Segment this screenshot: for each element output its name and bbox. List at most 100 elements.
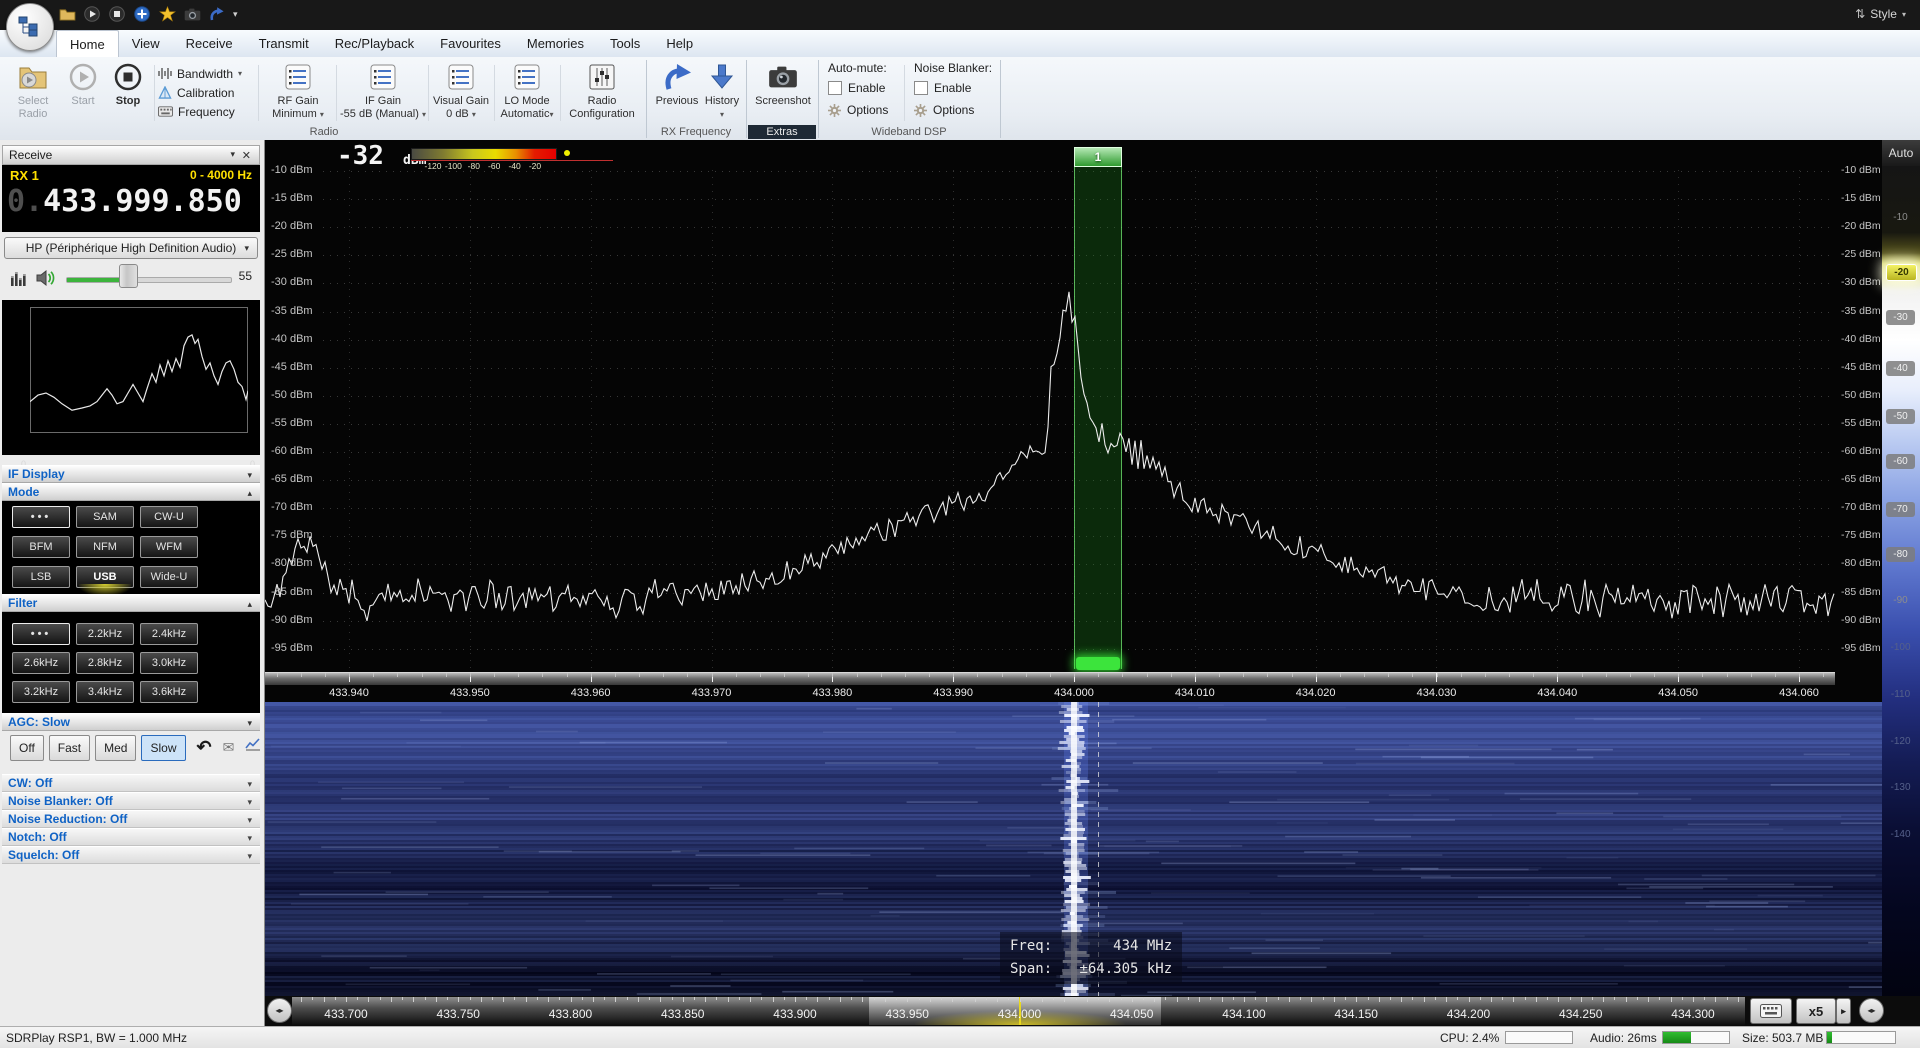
nav-zoom-expand-button[interactable]: ▸ [1836, 998, 1851, 1024]
intensity-gradient[interactable] [1882, 166, 1920, 996]
menu-tab-transmit[interactable]: Transmit [246, 30, 322, 57]
section-mode[interactable]: Mode ▴ [2, 483, 260, 501]
add-icon[interactable] [133, 5, 151, 23]
select-radio-button[interactable]: Select Radio [8, 61, 58, 123]
intensity-scale-strip[interactable]: Auto -10 -20 -30 -40 -50 -60 -70 -80 -90 -100 -110… [1882, 140, 1920, 996]
dsp-row-noise-blanker[interactable]: Noise Blanker: Off ▾ [2, 792, 260, 810]
bandwidth-button[interactable]: Bandwidth ▾ [158, 64, 256, 83]
filter-button-3-2khz[interactable]: 3.2kHz [12, 681, 70, 703]
mode-button-dots[interactable]: ••• [12, 506, 70, 528]
undo-icon[interactable] [208, 5, 226, 23]
menu-tab-tools[interactable]: Tools [597, 30, 653, 57]
agc-button-med[interactable]: Med [95, 735, 137, 761]
filter-button-dots[interactable]: ••• [12, 623, 70, 645]
rx1-marker[interactable]: 1 [1074, 147, 1122, 167]
agc-button-off[interactable]: Off [10, 735, 44, 761]
scale-label-minus-70[interactable]: -70 [1886, 502, 1915, 517]
filter-button-2-4khz[interactable]: 2.4kHz [140, 623, 198, 645]
agc-undo-icon[interactable]: ↶ [197, 737, 212, 757]
noise-blanker-enable-checkbox[interactable]: Enable [914, 81, 994, 95]
chevron-down-icon[interactable]: ▾ [247, 779, 252, 790]
nav-scroll-right-button[interactable]: ◂▸ [1859, 998, 1884, 1023]
filter-button-2-2khz[interactable]: 2.2kHz [76, 623, 134, 645]
filter-button-2-6khz[interactable]: 2.6kHz [12, 652, 70, 674]
dsp-row-cw[interactable]: CW: Off ▾ [2, 774, 260, 792]
frequency-display[interactable]: 0.433.999.850 [2, 184, 260, 219]
scale-label-minus-30[interactable]: -30 [1886, 310, 1915, 325]
favourite-star-icon[interactable] [158, 5, 176, 23]
audio-device-select[interactable]: HP (Périphérique High Definition Audio) … [4, 237, 258, 259]
lo-mode-button[interactable]: LO Mode Automatic▾ [496, 61, 558, 123]
app-menu-button[interactable] [6, 3, 54, 51]
mode-button-usb[interactable]: USB [76, 566, 134, 596]
previous-button[interactable]: Previous [652, 61, 702, 123]
nav-zoom-button[interactable]: x5 [1796, 998, 1836, 1024]
receive-panel-header[interactable]: Receive ▾ ✕ [2, 145, 260, 165]
dsp-row-noise-reduction[interactable]: Noise Reduction: Off ▾ [2, 810, 260, 828]
start-button[interactable]: Start [62, 61, 104, 123]
volume-slider-thumb[interactable] [119, 264, 138, 288]
section-agc[interactable]: AGC: Slow ▾ [2, 713, 260, 731]
chevron-up-icon[interactable]: ▴ [247, 488, 252, 499]
agc-envelope-icon[interactable]: ✉ [223, 737, 235, 757]
menu-tab-home[interactable]: Home [56, 30, 119, 57]
frequency-button[interactable]: Frequency [158, 102, 256, 121]
visual-gain-button[interactable]: Visual Gain 0 dB ▾ [430, 61, 492, 123]
nav-scroll-left-button[interactable]: ◂▸ [267, 998, 292, 1023]
mode-button-wfm[interactable]: WFM [140, 536, 198, 558]
mode-button-wide-u[interactable]: Wide-U [140, 566, 198, 588]
scale-label-minus-20[interactable]: -20 [1886, 264, 1917, 281]
stop-icon[interactable] [108, 5, 126, 23]
open-folder-icon[interactable] [58, 5, 76, 23]
auto-mute-enable-checkbox[interactable]: Enable [828, 81, 900, 95]
auto-scale-button[interactable]: Auto [1882, 140, 1920, 167]
if-gain-button[interactable]: IF Gain -55 dB (Manual) ▾ [340, 61, 426, 123]
dsp-row-notch[interactable]: Notch: Off ▾ [2, 828, 260, 846]
chevron-down-icon[interactable]: ▾ [247, 470, 252, 481]
calibration-button[interactable]: Calibration [158, 83, 256, 102]
style-menu[interactable]: ⇅ Style ▾ [1855, 7, 1906, 21]
play-icon[interactable] [83, 5, 101, 23]
menu-tab-view[interactable]: View [119, 30, 173, 57]
rx1-band-footer[interactable] [1076, 657, 1120, 670]
agc-button-fast[interactable]: Fast [48, 735, 91, 761]
chevron-up-icon[interactable]: ▴ [247, 599, 252, 610]
mode-button-bfm[interactable]: BFM [12, 536, 70, 558]
rf-gain-button[interactable]: RF Gain Minimum ▾ [262, 61, 334, 123]
spectrum-display[interactable]: -10 dBm -15 dBm -20 dBm -25 dBm -30 dBm -35 d… [265, 140, 1882, 702]
mode-button-sam[interactable]: SAM [76, 506, 134, 528]
chevron-down-icon[interactable]: ▾ [247, 815, 252, 826]
qat-customize-icon[interactable]: ▾ [233, 9, 238, 20]
close-icon[interactable]: ✕ [242, 149, 251, 162]
agc-button-slow[interactable]: Slow [141, 735, 186, 761]
chevron-down-icon[interactable]: ▾ [247, 797, 252, 808]
section-if-display[interactable]: IF Display ▾ [2, 465, 260, 483]
chevron-down-icon[interactable]: ▾ [230, 149, 235, 160]
filter-button-2-8khz[interactable]: 2.8kHz [76, 652, 134, 674]
agc-graph-icon[interactable] [245, 737, 261, 755]
menu-tab-rec-playback[interactable]: Rec/Playback [322, 30, 427, 57]
filter-button-3-6khz[interactable]: 3.6kHz [140, 681, 198, 703]
speaker-icon[interactable] [34, 269, 58, 290]
frequency-navigation-bar[interactable]: ◂▸ 433.700 433.750 433.800 433.850 433.900 43… [265, 996, 1920, 1026]
chevron-down-icon[interactable]: ▾ [247, 851, 252, 862]
dsp-row-squelch[interactable]: Squelch: Off ▾ [2, 846, 260, 864]
mode-button-lsb[interactable]: LSB [12, 566, 70, 588]
chevron-down-icon[interactable]: ▾ [247, 833, 252, 844]
menu-tab-help[interactable]: Help [653, 30, 706, 57]
menu-tab-favourites[interactable]: Favourites [427, 30, 514, 57]
mode-button-cw-u[interactable]: CW-U [140, 506, 198, 528]
section-filter[interactable]: Filter ▴ [2, 594, 260, 612]
screenshot-button[interactable]: Screenshot [752, 61, 814, 123]
mode-button-nfm[interactable]: NFM [76, 536, 134, 558]
volume-slider[interactable] [66, 277, 232, 283]
waterfall-display[interactable]: Freq: 434 MHz Span: ±64.305 kHz [265, 702, 1882, 996]
noise-blanker-options-button[interactable]: Options [914, 103, 994, 117]
filter-button-3-4khz[interactable]: 3.4kHz [76, 681, 134, 703]
scale-label-minus-80[interactable]: -80 [1886, 547, 1915, 562]
filter-button-3-0khz[interactable]: 3.0kHz [140, 652, 198, 674]
nav-keyboard-button[interactable] [1750, 998, 1792, 1024]
menu-tab-receive[interactable]: Receive [173, 30, 246, 57]
history-button[interactable]: History ▾ [702, 61, 742, 123]
scale-label-minus-60[interactable]: -60 [1886, 454, 1915, 469]
